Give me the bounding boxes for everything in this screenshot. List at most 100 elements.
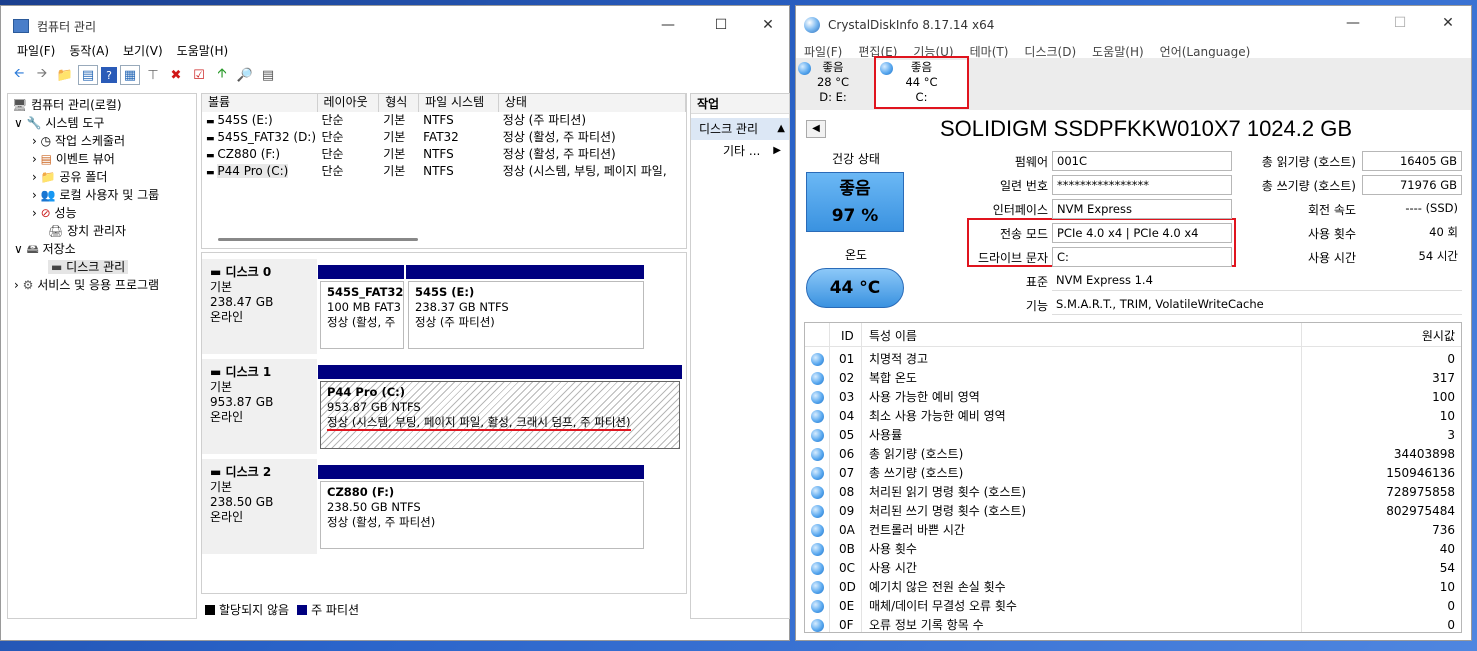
col-volume[interactable]: 볼륨 xyxy=(202,94,318,112)
tree-services-apps[interactable]: › ⚙ 서비스 및 응용 프로그램 xyxy=(8,276,196,294)
stat-value: 54 시간 xyxy=(1362,247,1462,267)
tree-disk-management[interactable]: ▬ 디스크 관리 xyxy=(8,258,196,276)
maximize-button[interactable]: ☐ xyxy=(709,14,733,36)
cdi-maximize-button[interactable]: ☐ xyxy=(1388,12,1412,34)
smart-row[interactable]: 0C 사용 시간 54 xyxy=(805,559,1461,578)
smart-row[interactable]: 03 사용 가능한 예비 영역 100 xyxy=(805,388,1461,407)
partition-d[interactable]: 545S_FAT32 100 MB FAT3 정상 (활성, 주 xyxy=(320,281,404,349)
smart-row[interactable]: 02 복합 온도 317 xyxy=(805,369,1461,388)
chevron-right-icon[interactable]: › xyxy=(32,188,37,202)
smart-row[interactable]: 05 사용률 3 xyxy=(805,426,1461,445)
smart-raw-value: 736 xyxy=(1432,523,1455,537)
check-icon[interactable]: ☑ xyxy=(189,65,209,85)
partition-e[interactable]: 545S (E:) 238.37 GB NTFS 정상 (주 파티션) xyxy=(408,281,644,349)
menu-view[interactable]: 보기(V) xyxy=(123,42,163,59)
tree-performance[interactable]: › ⊘ 성능 xyxy=(8,204,196,222)
field-label: 기능 xyxy=(1025,299,1048,313)
status-dot-icon xyxy=(811,524,824,537)
stat-value: 71976 GB xyxy=(1362,175,1462,195)
field-label: 인터페이스 xyxy=(992,203,1048,217)
partition-c[interactable]: P44 Pro (C:) 953.87 GB NTFS 정상 (시스템, 부팅,… xyxy=(320,381,680,449)
tree-local-users[interactable]: › 👥 로컬 사용자 및 그룹 xyxy=(8,186,196,204)
tree-root[interactable]: 🖥 컴퓨터 관리(로컬) xyxy=(8,96,196,114)
status-dot-icon xyxy=(811,448,824,461)
smart-row[interactable]: 08 처리된 읽기 명령 횟수 (호스트) 728975858 xyxy=(805,483,1461,502)
horizontal-scrollbar[interactable] xyxy=(218,238,418,241)
volume-cell-layout: 단순 xyxy=(321,113,344,127)
tree-storage[interactable]: ∨ 🖴 저장소 xyxy=(8,240,196,258)
connect-icon[interactable]: ⊤ xyxy=(143,65,163,85)
partition-f[interactable]: CZ880 (F:) 238.50 GB NTFS 정상 (활성, 주 파티션) xyxy=(320,481,644,549)
tree-system-tools[interactable]: ∨ 🔧 시스템 도구 xyxy=(8,114,196,132)
tree-system-tools-label: 시스템 도구 xyxy=(45,116,105,130)
menu-file[interactable]: 파일(F) xyxy=(17,42,55,59)
back-arrow-icon[interactable]: 🡨 xyxy=(9,65,29,85)
smart-row[interactable]: 09 처리된 쓰기 명령 횟수 (호스트) 802975484 xyxy=(805,502,1461,521)
col-status[interactable]: 상태 xyxy=(498,94,686,112)
volume-row[interactable]: ▬ CZ880 (F:) 단순 기본 NTFS 정상 (활성, 주 파티션) xyxy=(202,146,686,163)
up-folder-icon[interactable]: 📁 xyxy=(55,65,75,85)
show-hide-tree-icon[interactable]: ▤ xyxy=(78,65,98,85)
disk-0-info[interactable]: ▬ 디스크 0 기본 238.47 GB 온라인 xyxy=(202,259,317,354)
cdi-minimize-button[interactable]: — xyxy=(1341,12,1365,34)
close-button[interactable]: ✕ xyxy=(756,14,780,36)
properties-icon[interactable]: ▦ xyxy=(120,65,140,85)
chevron-down-icon[interactable]: ∨ xyxy=(14,242,23,256)
temperature-box[interactable]: 44 °C xyxy=(806,268,904,308)
volume-row[interactable]: ▬ P44 Pro (C:) 단순 기본 NTFS 정상 (시스템, 부팅, 페이지 파… xyxy=(202,163,686,180)
smart-row[interactable]: 0D 예기치 않은 전원 손실 횟수 10 xyxy=(805,578,1461,597)
smart-row[interactable]: 0F 오류 정보 기록 항목 수 0 xyxy=(805,616,1461,632)
tree-task-scheduler[interactable]: › ◷ 작업 스케줄러 xyxy=(8,132,196,150)
smart-row[interactable]: 0E 매체/데이터 무결성 오류 횟수 0 xyxy=(805,597,1461,616)
tree-event-viewer[interactable]: › ▤ 이벤트 뷰어 xyxy=(8,150,196,168)
tree-device-manager[interactable]: 🖨 장치 관리자 xyxy=(8,222,196,240)
smart-id: 0C xyxy=(839,561,856,575)
chevron-right-icon[interactable]: › xyxy=(32,152,37,166)
actions-more[interactable]: 기타 ... ▶ xyxy=(691,140,789,162)
tree-shared-folders[interactable]: › 📁 공유 폴더 xyxy=(8,168,196,186)
help-icon[interactable]: ? xyxy=(101,67,117,83)
volume-row[interactable]: ▬ 545S (E:) 단순 기본 NTFS 정상 (주 파티션) xyxy=(202,112,686,129)
volume-cell-fs: NTFS xyxy=(423,147,454,161)
delete-icon[interactable]: ✖ xyxy=(166,65,186,85)
smart-col-id[interactable]: ID xyxy=(841,325,854,347)
health-status-box[interactable]: 좋음 97 % xyxy=(806,172,904,232)
tree-task-scheduler-label: 작업 스케줄러 xyxy=(54,134,126,148)
menu-action[interactable]: 동작(A) xyxy=(69,42,109,59)
menu-help[interactable]: 도움말(H) xyxy=(177,42,229,59)
forward-arrow-icon[interactable]: 🡪 xyxy=(32,65,52,85)
col-type[interactable]: 형식 xyxy=(379,94,420,112)
col-layout[interactable]: 레이아웃 xyxy=(317,94,380,112)
previous-disk-button[interactable]: ◀ xyxy=(806,120,826,138)
actions-pane: 작업 디스크 관리 ▲ 기타 ... ▶ xyxy=(690,93,790,619)
smart-row[interactable]: 01 치명적 경고 0 xyxy=(805,350,1461,369)
cdi-close-button[interactable]: ✕ xyxy=(1436,12,1460,34)
smart-col-name[interactable]: 특성 이름 xyxy=(869,325,917,347)
smart-row[interactable]: 07 총 쓰기량 (호스트) 150946136 xyxy=(805,464,1461,483)
minimize-button[interactable]: — xyxy=(656,14,680,36)
disk-0-size: 238.47 GB xyxy=(210,295,274,309)
smart-row[interactable]: 0B 사용 횟수 40 xyxy=(805,540,1461,559)
chevron-right-icon[interactable]: › xyxy=(32,206,37,220)
partition-e-status: 정상 (주 파티션) xyxy=(415,315,495,329)
health-label: 건강 상태 xyxy=(832,152,880,166)
smart-row[interactable]: 0A 컨트롤러 바쁜 시간 736 xyxy=(805,521,1461,540)
smart-col-raw[interactable]: 원시값 xyxy=(1422,325,1455,347)
smart-row[interactable]: 04 최소 사용 가능한 예비 영역 10 xyxy=(805,407,1461,426)
chevron-right-icon[interactable]: › xyxy=(14,278,19,292)
actions-disk-management[interactable]: 디스크 관리 ▲ xyxy=(691,118,789,140)
chevron-right-icon[interactable]: › xyxy=(32,134,37,148)
disk-1-info[interactable]: ▬ 디스크 1 기본 953.87 GB 온라인 xyxy=(202,359,317,454)
smart-row[interactable]: 06 총 읽기량 (호스트) 34403898 xyxy=(805,445,1461,464)
disk-2-info[interactable]: ▬ 디스크 2 기본 238.50 GB 온라인 xyxy=(202,459,317,554)
list-view-icon[interactable]: ▤ xyxy=(258,65,278,85)
col-filesystem[interactable]: 파일 시스템 xyxy=(419,94,499,112)
search-icon[interactable]: 🔎 xyxy=(235,65,255,85)
collapse-up-icon[interactable]: ▲ xyxy=(777,118,785,140)
import-icon[interactable]: 🡩 xyxy=(212,65,232,85)
drive-tab-de[interactable]: 좋음 28 °C D: E: xyxy=(798,60,868,108)
chevron-down-icon[interactable]: ∨ xyxy=(14,116,23,130)
chevron-right-icon[interactable]: › xyxy=(32,170,37,184)
volume-row[interactable]: ▬ 545S_FAT32 (D:) 단순 기본 FAT32 정상 (활성, 주 파티션) xyxy=(202,129,686,146)
smart-name: 컨트롤러 바쁜 시간 xyxy=(869,523,965,537)
